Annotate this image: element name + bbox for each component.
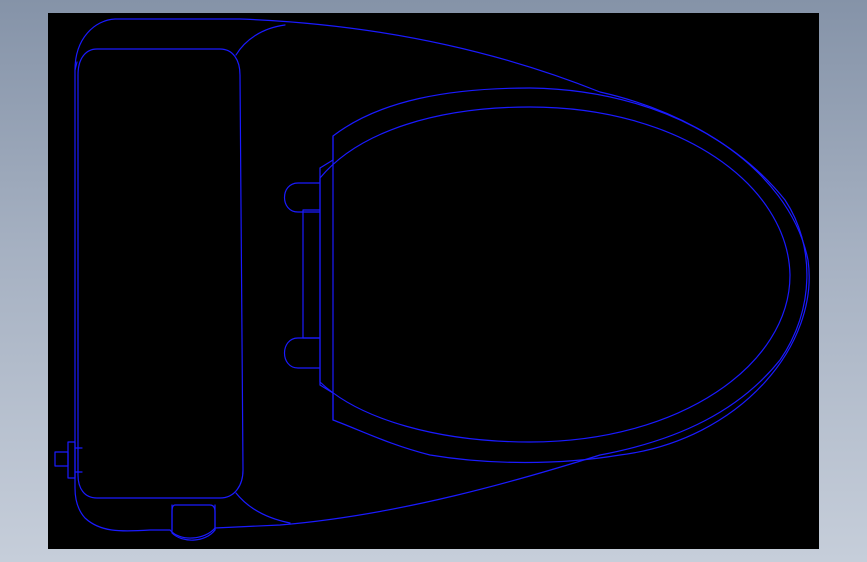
model-space-background bbox=[48, 13, 819, 549]
cad-model-viewport[interactable] bbox=[48, 13, 819, 549]
